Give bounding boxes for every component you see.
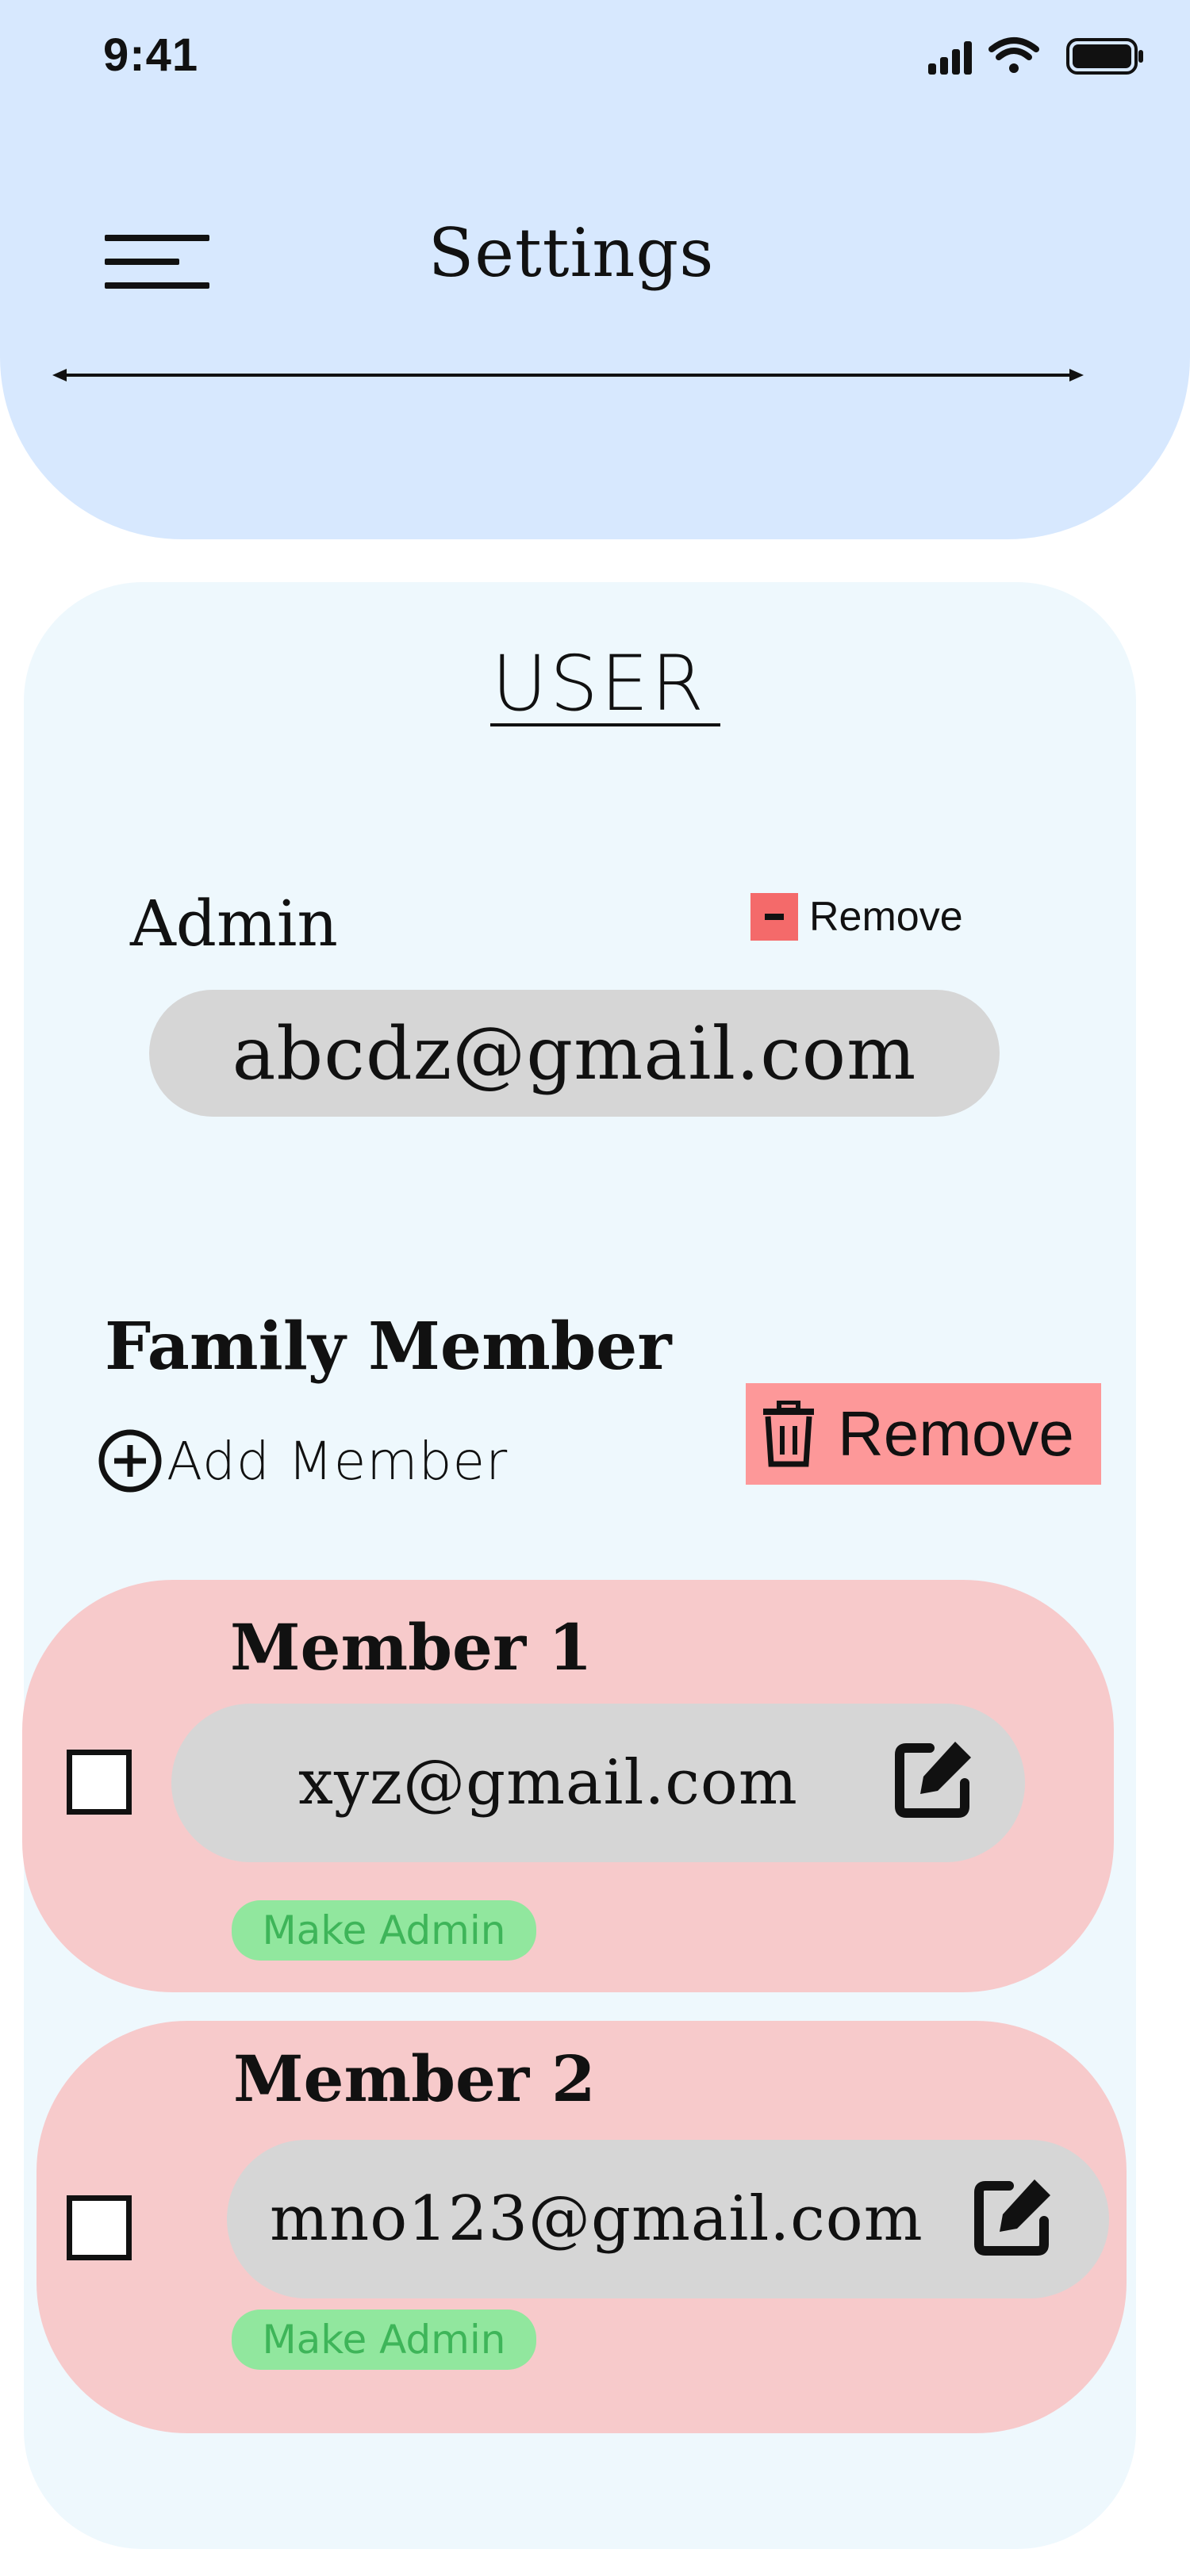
trash-icon	[763, 1401, 814, 1467]
status-time: 9:41	[103, 29, 199, 81]
family-remove-button[interactable]: Remove	[746, 1383, 1101, 1485]
family-remove-label: Remove	[838, 1398, 1074, 1469]
plus-circle-icon	[98, 1429, 162, 1493]
member-card: Member 2 mno123@gmail.com Make Admin	[36, 2021, 1127, 2433]
member-checkbox[interactable]	[67, 1750, 132, 1815]
member-name: Member 2	[233, 2041, 596, 2116]
page-title: Settings	[428, 214, 715, 292]
add-member-button[interactable]: Add Member	[97, 1428, 508, 1494]
admin-remove-label: Remove	[809, 894, 963, 940]
minus-box-icon	[750, 893, 798, 941]
wifi-icon	[988, 37, 1039, 73]
member-email: xyz@gmail.com	[298, 1747, 798, 1819]
make-admin-button[interactable]: Make Admin	[232, 1900, 536, 1961]
section-underline	[490, 723, 720, 726]
admin-email-field[interactable]: abcdz@gmail.com	[149, 990, 1000, 1117]
edit-square-icon[interactable]	[969, 2175, 1055, 2260]
section-title: USER	[491, 639, 707, 728]
member-checkbox[interactable]	[67, 2195, 132, 2260]
status-icons	[928, 37, 1143, 75]
edit-square-icon[interactable]	[890, 1737, 976, 1823]
battery-icon	[1066, 38, 1143, 75]
signal-icon	[928, 41, 972, 75]
add-member-label: Add Member	[167, 1430, 509, 1492]
admin-label: Admin	[130, 887, 338, 960]
family-member-label: Family Member	[105, 1309, 672, 1385]
member-name: Member 1	[230, 1610, 593, 1685]
member-card: Member 1 xyz@gmail.com Make Admin	[22, 1580, 1114, 1992]
member-email: mno123@gmail.com	[270, 2183, 923, 2255]
header-divider	[52, 369, 1084, 381]
make-admin-button[interactable]: Make Admin	[232, 2310, 536, 2370]
admin-remove-button[interactable]: Remove	[750, 891, 963, 942]
